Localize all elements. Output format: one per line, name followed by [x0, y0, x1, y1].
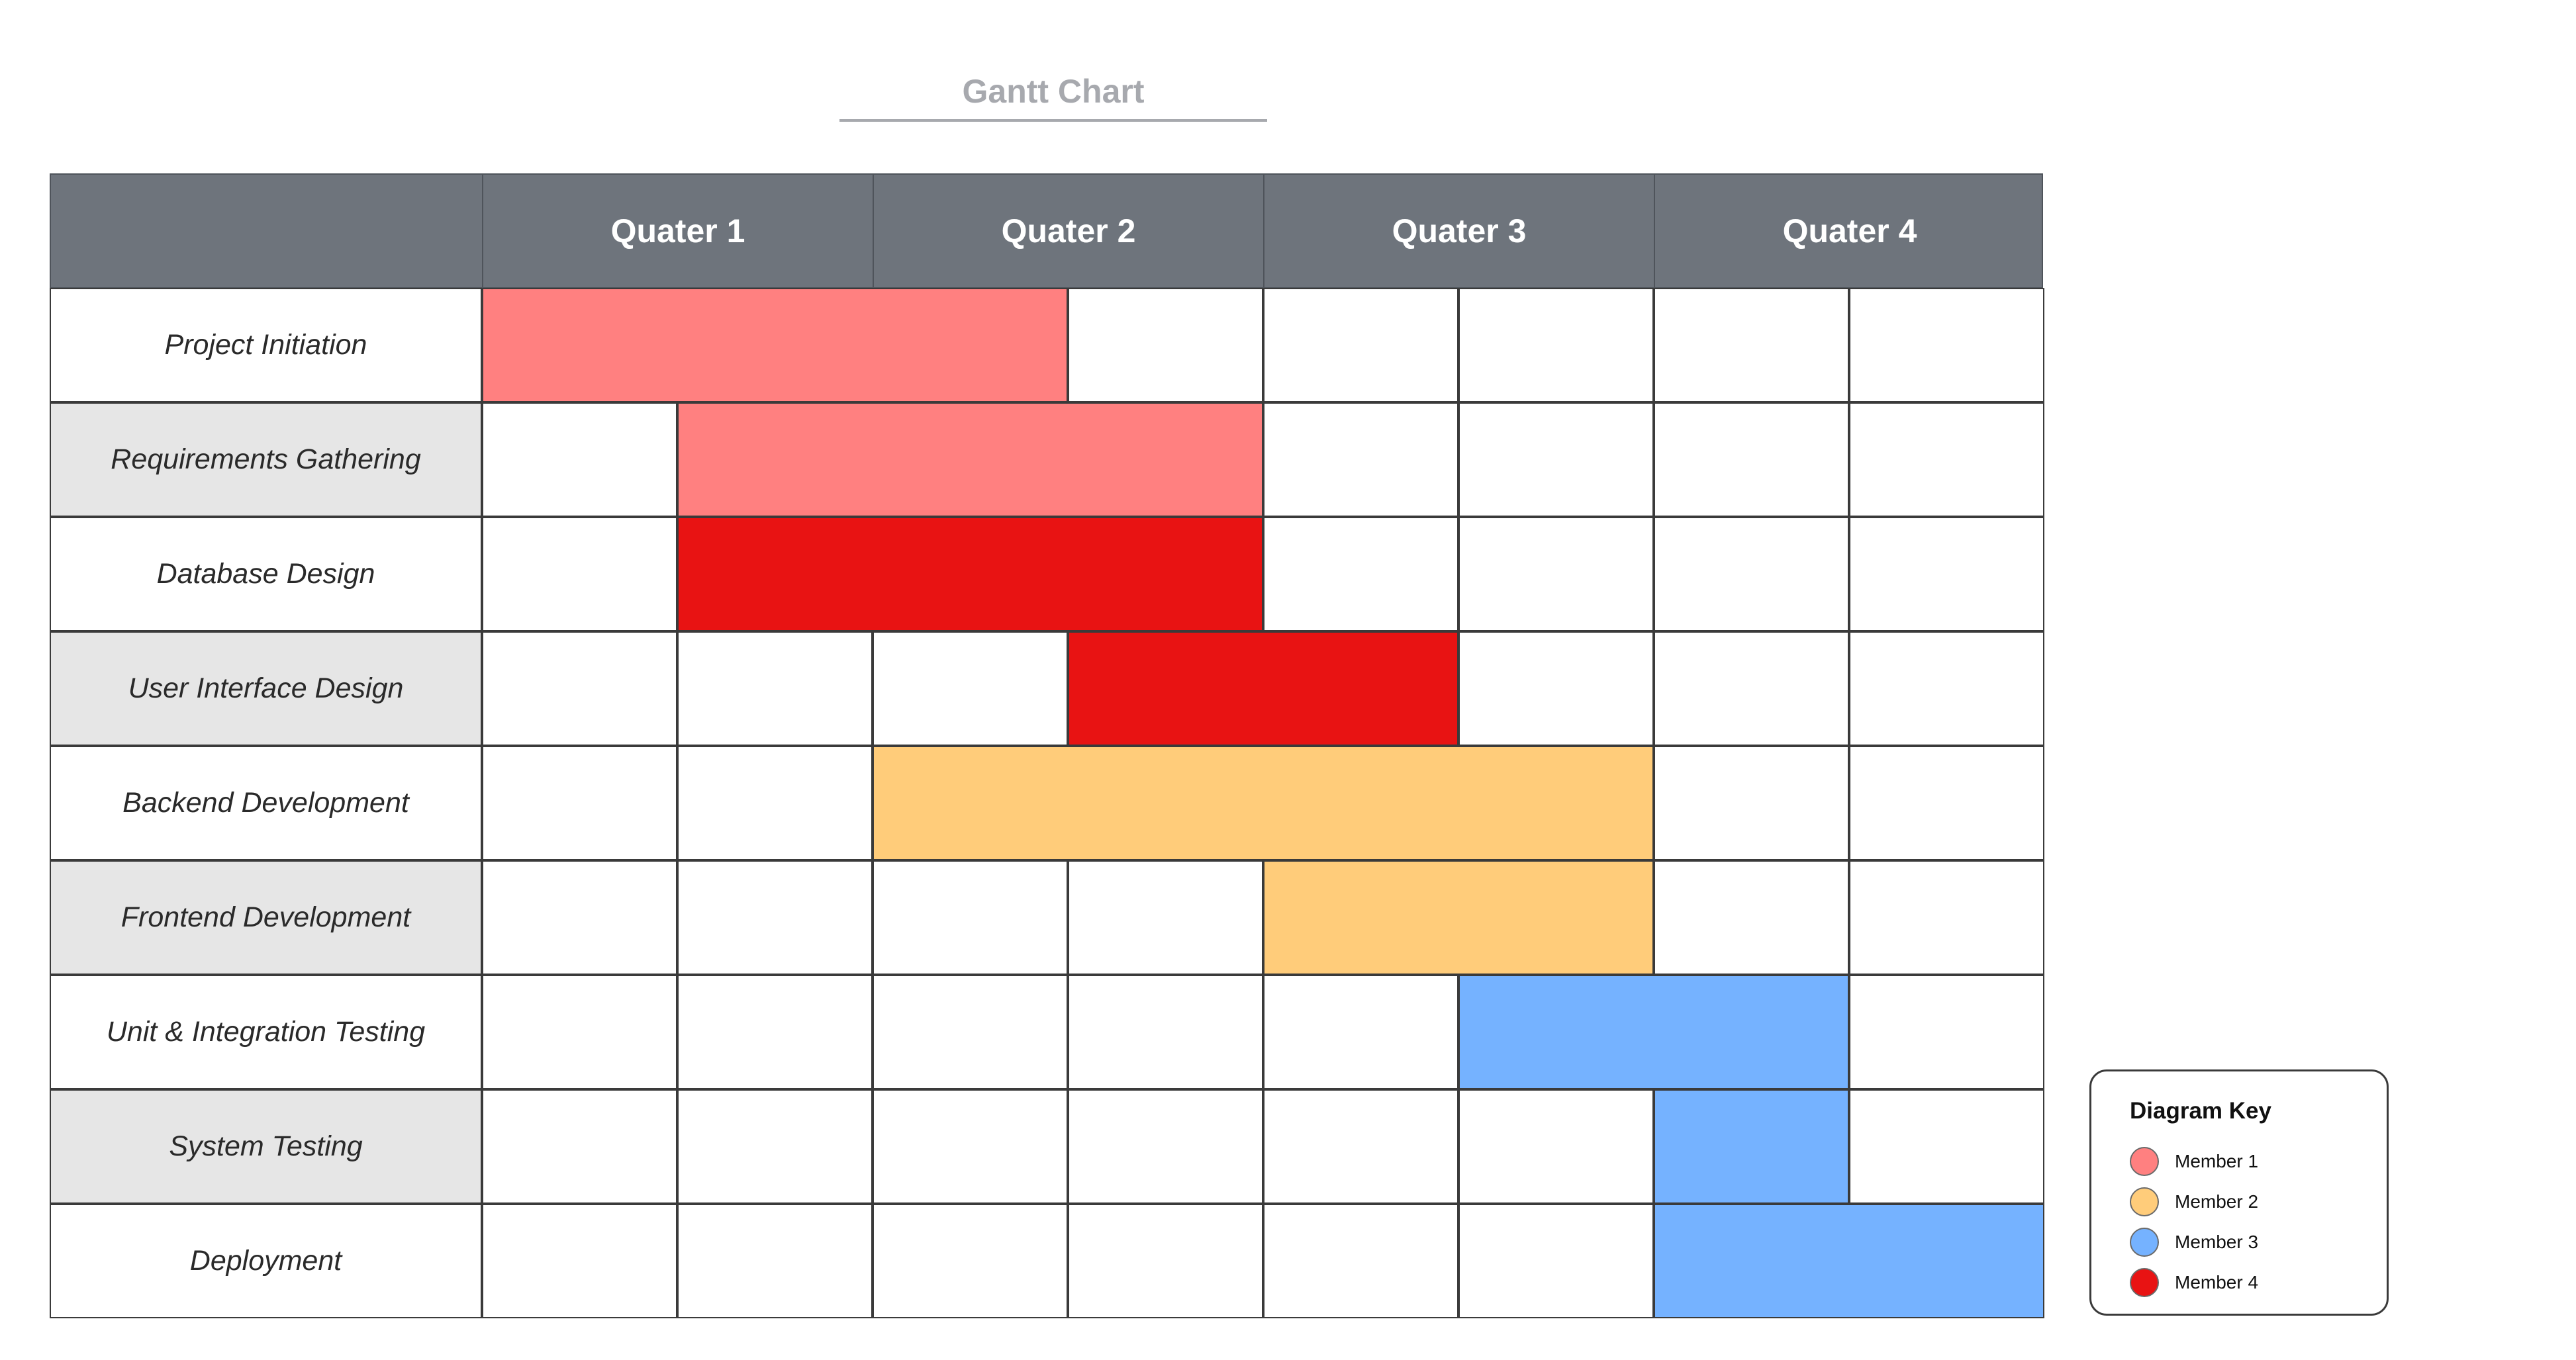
- quarter-header-2: Quater 2: [873, 173, 1263, 289]
- timeline-cell: [1849, 975, 2044, 1089]
- quarter-header-3: Quater 3: [1263, 173, 1654, 289]
- timeline-cell: [482, 631, 677, 746]
- legend-item: Member 2: [2130, 1186, 2258, 1218]
- diagram-key: Diagram Key Member 1 Member 2 Member 3 Memb…: [2089, 1069, 2389, 1316]
- task-bar: [873, 746, 1654, 860]
- timeline-cell: [677, 860, 873, 975]
- timeline-cell: [873, 975, 1068, 1089]
- task-row: Backend Development: [50, 746, 2044, 861]
- task-row: System Testing: [50, 1089, 2044, 1204]
- timeline-cell: [482, 975, 677, 1089]
- task-row: Frontend Development: [50, 860, 2044, 975]
- legend-item: Member 1: [2130, 1146, 2258, 1177]
- timeline-cell: [1458, 402, 1654, 517]
- legend-label: Member 3: [2175, 1232, 2259, 1252]
- gantt-table: Quater 1 Quater 2 Quater 3 Quater 4 Project …: [50, 173, 2044, 1319]
- task-bar: [1068, 631, 1458, 746]
- timeline-cell: [482, 402, 677, 517]
- timeline-cell: [1458, 631, 1654, 746]
- task-bar: [1654, 1204, 2044, 1318]
- task-bar: [1654, 1089, 1849, 1204]
- task-row: Requirements Gathering: [50, 402, 2044, 518]
- task-row: User Interface Design: [50, 631, 2044, 747]
- chart-title: Gantt Chart: [962, 73, 1145, 110]
- legend-title: Diagram Key: [2130, 1098, 2271, 1124]
- timeline-cell: [1263, 1204, 1458, 1318]
- timeline-cell: [1068, 1204, 1263, 1318]
- task-bar: [677, 402, 1263, 517]
- task-label: Project Initiation: [50, 288, 482, 402]
- timeline-cell: [1263, 402, 1458, 517]
- timeline-cell: [1849, 517, 2044, 631]
- legend-label: Member 1: [2175, 1151, 2259, 1171]
- timeline-cell: [482, 1204, 677, 1318]
- task-bar: [1458, 975, 1849, 1089]
- timeline-cell: [1263, 288, 1458, 402]
- timeline-cell: [1849, 288, 2044, 402]
- timeline-cell: [1068, 1089, 1263, 1204]
- legend-swatch: [2130, 1228, 2159, 1257]
- timeline-cell: [1263, 1089, 1458, 1204]
- timeline-cell: [873, 631, 1068, 746]
- timeline-cell: [482, 1089, 677, 1204]
- timeline-cell: [873, 860, 1068, 975]
- task-label: Unit & Integration Testing: [50, 975, 482, 1089]
- task-label: Backend Development: [50, 746, 482, 860]
- timeline-cell: [677, 975, 873, 1089]
- task-bar: [1263, 860, 1654, 975]
- task-row: Unit & Integration Testing: [50, 975, 2044, 1090]
- quarter-header-1: Quater 1: [482, 173, 873, 289]
- timeline-cell: [677, 1089, 873, 1204]
- timeline-cell: [1458, 288, 1654, 402]
- timeline-cell: [677, 746, 873, 860]
- timeline-cell: [1849, 631, 2044, 746]
- legend-label: Member 2: [2175, 1191, 2259, 1212]
- timeline-cell: [1654, 288, 1849, 402]
- quarter-header-4: Quater 4: [1654, 173, 2044, 289]
- legend-item: Member 4: [2130, 1267, 2258, 1298]
- title-underline: [839, 119, 1267, 122]
- task-label: Frontend Development: [50, 860, 482, 975]
- timeline-cell: [873, 1204, 1068, 1318]
- timeline-cell: [1263, 975, 1458, 1089]
- timeline-cell: [1654, 860, 1849, 975]
- legend-item: Member 3: [2130, 1226, 2258, 1258]
- timeline-cell: [873, 1089, 1068, 1204]
- task-label: System Testing: [50, 1089, 482, 1204]
- task-label: Requirements Gathering: [50, 402, 482, 517]
- timeline-cell: [1068, 288, 1263, 402]
- task-label: Database Design: [50, 517, 482, 631]
- timeline-cell: [1458, 1089, 1654, 1204]
- timeline-cell: [677, 1204, 873, 1318]
- timeline-cell: [1068, 975, 1263, 1089]
- timeline-cell: [482, 517, 677, 631]
- task-row: Database Design: [50, 517, 2044, 632]
- timeline-cell: [1654, 746, 1849, 860]
- timeline-cell: [1263, 517, 1458, 631]
- timeline-cell: [1654, 402, 1849, 517]
- legend-swatch: [2130, 1147, 2159, 1176]
- timeline-cell: [1849, 1089, 2044, 1204]
- task-row: Deployment: [50, 1204, 2044, 1319]
- timeline-cell: [1654, 517, 1849, 631]
- timeline-cell: [1654, 631, 1849, 746]
- timeline-cell: [1849, 746, 2044, 860]
- task-label: Deployment: [50, 1204, 482, 1318]
- timeline-cell: [677, 631, 873, 746]
- task-bar: [677, 517, 1263, 631]
- timeline-cell: [1458, 1204, 1654, 1318]
- task-bar: [482, 288, 1068, 402]
- timeline-cell: [1068, 860, 1263, 975]
- legend-label: Member 4: [2175, 1272, 2259, 1292]
- legend-swatch: [2130, 1268, 2159, 1297]
- timeline-cell: [1849, 402, 2044, 517]
- task-label: User Interface Design: [50, 631, 482, 746]
- timeline-cell: [482, 860, 677, 975]
- timeline-cell: [482, 746, 677, 860]
- legend-swatch: [2130, 1187, 2159, 1216]
- timeline-cell: [1458, 517, 1654, 631]
- task-row: Project Initiation: [50, 288, 2044, 403]
- timeline-cell: [1849, 860, 2044, 975]
